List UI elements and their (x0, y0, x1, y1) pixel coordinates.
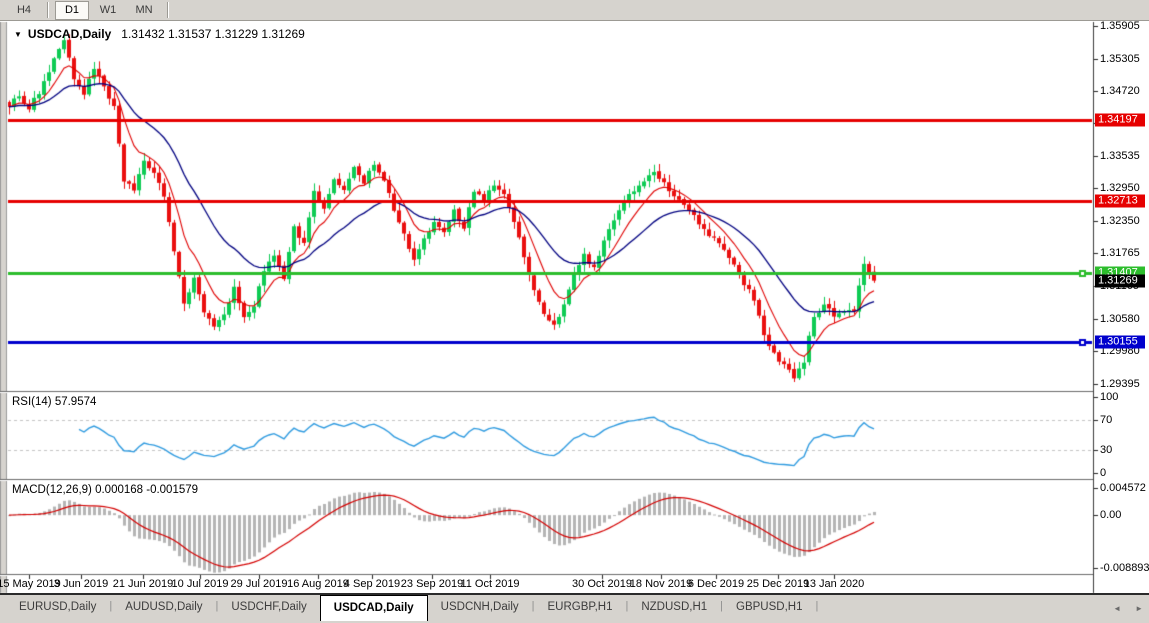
chart-tab-eurgbp[interactable]: EURGBP,H1 (534, 596, 625, 617)
chart-tab-gbpusd[interactable]: GBPUSD,H1 (723, 596, 815, 617)
timeframe-h4-button[interactable]: H4 (7, 1, 41, 20)
timeframe-toolbar: H4 D1W1MN (0, 0, 1149, 21)
toolbar-separator (47, 2, 49, 18)
tab-scroll-right-icon[interactable]: ► (1135, 604, 1143, 613)
chart-tab-eurusd[interactable]: EURUSD,Daily (6, 596, 109, 617)
chart-tab-usdcad[interactable]: USDCAD,Daily (320, 595, 428, 621)
tab-scroll-arrows: ◄ ► (1113, 604, 1143, 613)
chart-tab-usdchf[interactable]: USDCHF,Daily (218, 596, 319, 617)
chart-tab-usdcnh[interactable]: USDCNH,Daily (428, 596, 532, 617)
chart-tab-audusd[interactable]: AUDUSD,Daily (112, 596, 215, 617)
chart-tab-bar: EURUSD,Daily|AUDUSD,Daily|USDCHF,DailyUS… (0, 593, 1149, 623)
chart-tab-nzdusd[interactable]: NZDUSD,H1 (628, 596, 720, 617)
chart-tab-strip: EURUSD,Daily|AUDUSD,Daily|USDCHF,DailyUS… (0, 595, 1149, 623)
timeframe-d1-button[interactable]: D1 (55, 1, 89, 20)
timeframe-mn-button[interactable]: MN (127, 1, 161, 20)
timeframe-w1-button[interactable]: W1 (91, 1, 125, 20)
trading-terminal-chart-window: H4D1W1MN ▼USDCAD,Daily1.31432 1.31537 1.… (0, 0, 1149, 623)
toolbar-separator (167, 2, 169, 18)
tab-separator: | (815, 600, 818, 612)
tab-scroll-left-icon[interactable]: ◄ (1113, 604, 1121, 613)
chart-canvas[interactable] (0, 0, 1149, 594)
